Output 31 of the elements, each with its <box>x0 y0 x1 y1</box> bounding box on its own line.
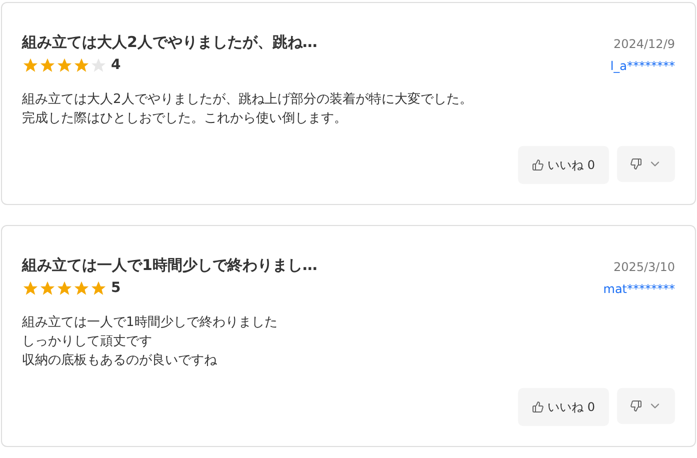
review-date: 2024/12/9 <box>613 36 675 53</box>
review-title: 組み立ては大人2人でやりましたが、跳ね… <box>22 32 318 53</box>
star-icon <box>56 280 73 297</box>
reviewer-link[interactable]: l_a******** <box>610 56 675 74</box>
review-text: 組み立ては大人2人でやりましたが、跳ね上げ部分の装着が特に大変でした。 <box>22 91 474 109</box>
rating-value: 5 <box>111 279 121 298</box>
star-icon <box>22 280 39 297</box>
star-icon <box>90 57 107 74</box>
review-date: 2025/3/10 <box>613 259 675 276</box>
review-text: しっかりして頑丈です <box>22 333 153 351</box>
thumbs-down-icon <box>630 400 642 412</box>
like-button[interactable]: いいね 0 <box>518 388 609 426</box>
review-title: 組み立ては一人で1時間少しで終わりまし… <box>22 255 318 276</box>
star-icon <box>39 280 56 297</box>
review-text: 組み立ては一人で1時間少しで終わりました <box>22 314 278 332</box>
star-icon <box>73 57 90 74</box>
star-icon <box>56 57 73 74</box>
dislike-button[interactable] <box>617 388 675 424</box>
like-button[interactable]: いいね 0 <box>518 146 609 184</box>
star-icon <box>90 280 107 297</box>
star-icon <box>39 57 56 74</box>
reviewer-link[interactable]: mat******** <box>603 280 675 298</box>
thumbs-down-icon <box>630 158 642 170</box>
dislike-button[interactable] <box>617 146 675 182</box>
thumbs-up-icon <box>532 159 544 171</box>
review-text: 収納の底板もあるのが良いですね <box>22 352 218 370</box>
star-icon <box>22 57 39 74</box>
star-icon <box>73 280 90 297</box>
rating-value: 4 <box>111 56 121 75</box>
thumbs-up-icon <box>532 401 544 413</box>
review-text: 完成した際はひとしおでした。これから使い倒します。 <box>22 110 348 128</box>
